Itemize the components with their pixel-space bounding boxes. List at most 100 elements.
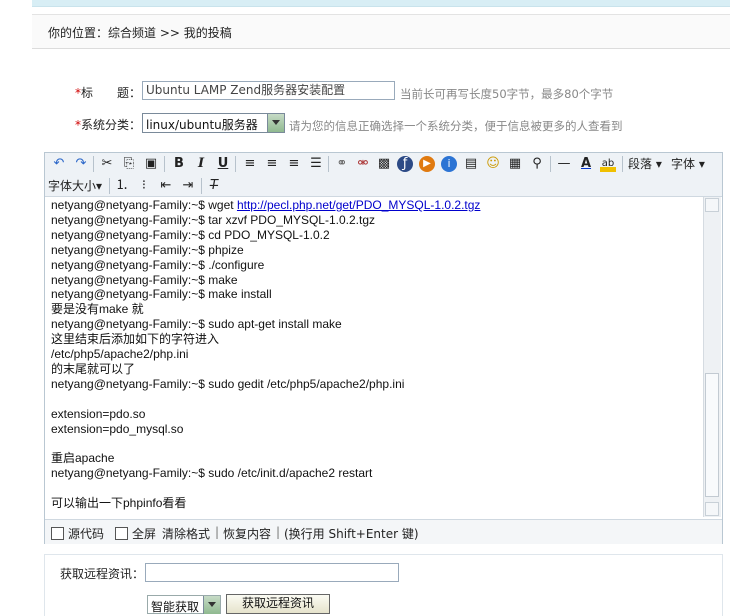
underline-icon[interactable]: U xyxy=(215,156,231,172)
fetch-remote-button[interactable]: 获取远程资讯 xyxy=(226,594,330,614)
editor-text-line: extension=pdo_mysql.so xyxy=(51,422,183,437)
link-icon[interactable]: ⚭ xyxy=(334,156,350,172)
chevron-down-icon[interactable] xyxy=(267,114,284,132)
scroll-up-arrow-icon[interactable] xyxy=(705,198,719,212)
undo-icon[interactable]: ↶ xyxy=(51,156,67,172)
rich-text-editor: ↶ ↷ ✂ ⎘ ▣ B I U ≡ ≡ ≡ ☰ ⚭ ⚮ ▩ ƒ ▶ i ▤ ☺ … xyxy=(44,152,723,544)
unordered-list-icon[interactable]: ⁝ xyxy=(136,178,152,194)
category-select[interactable]: linux/ubuntu服务器 xyxy=(142,113,285,133)
toolbar-divider xyxy=(164,156,165,172)
editor-line-text: extension=pdo.so xyxy=(51,406,146,421)
italic-icon[interactable]: I xyxy=(193,156,209,172)
editor-line-text: 要是没有make 就 xyxy=(51,302,144,317)
editor-text-line: netyang@netyang-Family:~$ phpize xyxy=(51,243,244,258)
editor-scrollbar[interactable] xyxy=(703,197,721,517)
editor-text-line: netyang@netyang-Family:~$ cd PDO_MYSQL-1… xyxy=(51,228,330,243)
editor-line-text: 重启apache xyxy=(51,451,115,466)
emoticon-icon[interactable]: ☺ xyxy=(485,156,501,172)
remove-format-icon[interactable]: T̶ xyxy=(206,178,222,194)
remote-fetch-panel: 获取远程资讯： 智能获取 获取远程资讯 xyxy=(44,554,723,616)
title-row: *标 题： xyxy=(75,84,141,106)
editor-line-text: /etc/php5/apache2/php.ini xyxy=(51,347,189,361)
restore-content-link[interactable]: 恢复内容 xyxy=(223,525,271,542)
font-size-label: 字体大小 xyxy=(48,179,97,193)
title-input[interactable]: Ubuntu LAMP Zend服务器安装配置 xyxy=(142,81,395,100)
editor-line-text: netyang@netyang-Family:~$ sudo gedit /et… xyxy=(51,376,405,391)
ordered-list-icon[interactable]: ⒈ xyxy=(114,178,130,194)
cut-icon[interactable]: ✂ xyxy=(99,156,115,172)
paste-icon[interactable]: ▣ xyxy=(143,156,159,172)
status-divider: | xyxy=(215,525,220,539)
align-right-icon[interactable]: ≡ xyxy=(286,156,302,172)
editor-line-text: netyang@netyang-Family:~$ make install xyxy=(51,287,272,302)
source-code-checkbox[interactable]: 源代码 xyxy=(51,525,104,542)
table-icon[interactable]: ▤ xyxy=(463,156,479,172)
remote-url-input[interactable] xyxy=(145,563,399,582)
editor-line-text: netyang@netyang-Family:~$ sudo apt-get i… xyxy=(51,317,342,332)
editor-line-text: netyang@netyang-Family:~$ wget xyxy=(51,198,237,212)
outdent-icon[interactable]: ⇤ xyxy=(158,178,174,194)
top-accent-bar xyxy=(32,0,730,7)
title-label: 标 题： xyxy=(81,86,142,100)
editor-statusbar: 源代码 全屏 清除格式 | 恢复内容 | (换行用 Shift+Enter 键) xyxy=(45,519,722,544)
scroll-thumb[interactable] xyxy=(705,373,719,497)
flash-icon[interactable]: ƒ xyxy=(397,156,413,172)
unlink-icon[interactable]: ⚮ xyxy=(355,156,371,172)
editor-line-text: 这里结束后添加如下的字符进入 xyxy=(51,332,220,347)
breadcrumb-text: 你的位置：综合频道 >> 我的投稿 xyxy=(48,26,232,40)
fullscreen-label: 全屏 xyxy=(132,527,157,541)
paragraph-label: 段落 xyxy=(628,157,653,171)
horizontal-rule-icon[interactable]: — xyxy=(556,156,572,172)
fullscreen-checkbox[interactable]: 全屏 xyxy=(115,525,156,542)
editor-line-text: netyang@netyang-Family:~$ tar xzvf PDO_M… xyxy=(51,212,375,227)
editor-text-line: netyang@netyang-Family:~$ make xyxy=(51,273,238,288)
status-divider: | xyxy=(276,525,281,539)
editor-line-text: 的末尾就可以了 xyxy=(51,361,136,376)
align-center-icon[interactable]: ≡ xyxy=(264,156,280,172)
editor-text-line: extension=pdo.so xyxy=(51,407,145,422)
template-icon[interactable]: ▦ xyxy=(507,156,523,172)
editor-text-line: 的末尾就可以了 xyxy=(51,362,135,377)
editor-hyperlink[interactable]: http://pecl.php.net/get/PDO_MYSQL-1.0.2.… xyxy=(237,198,480,212)
align-left-icon[interactable]: ≡ xyxy=(242,156,258,172)
fetch-mode-select[interactable]: 智能获取 xyxy=(147,595,221,614)
category-selected-value: linux/ubuntu服务器 xyxy=(146,118,258,132)
media-icon[interactable]: ▶ xyxy=(419,156,435,172)
indent-icon[interactable]: ⇥ xyxy=(180,178,196,194)
clear-format-link[interactable]: 清除格式 xyxy=(162,525,210,542)
editor-line-text: 可以输出一下phpinfo看看 xyxy=(51,496,187,510)
justify-icon[interactable]: ☰ xyxy=(308,156,324,172)
search-icon[interactable]: ⚲ xyxy=(529,156,545,172)
redo-icon[interactable]: ↷ xyxy=(73,156,89,172)
toolbar-divider xyxy=(109,178,110,194)
editor-line-text: netyang@netyang-Family:~$ phpize xyxy=(51,242,244,257)
editor-text-line: netyang@netyang-Family:~$ ./configure xyxy=(51,258,264,273)
editor-text-line: netyang@netyang-Family:~$ make install xyxy=(51,287,272,302)
scroll-down-arrow-icon[interactable] xyxy=(705,502,719,516)
editor-text-line: 要是没有make 就 xyxy=(51,302,144,317)
toolbar-divider xyxy=(550,156,551,172)
editor-text-line: 可以输出一下phpinfo看看 xyxy=(51,496,186,511)
editor-line-text: netyang@netyang-Family:~$ ./configure xyxy=(51,257,265,272)
title-hint: 当前长可再写长度50字节，最多80个字节 xyxy=(400,87,614,101)
editor-line-text: netyang@netyang-Family:~$ cd PDO_MYSQL-1… xyxy=(51,227,330,242)
category-hint: 请为您的信息正确选择一个系统分类，便于信息被更多的人查看到 xyxy=(289,119,623,133)
font-size-dropdown[interactable]: 字体大小▾ xyxy=(48,178,102,194)
editor-text-line: netyang@netyang-Family:~$ sudo /etc/init… xyxy=(51,466,372,481)
bold-icon[interactable]: B xyxy=(171,156,187,172)
toolbar-divider xyxy=(235,156,236,172)
copy-icon[interactable]: ⎘ xyxy=(121,156,137,172)
checkbox-icon xyxy=(51,527,64,540)
editor-content-area[interactable]: netyang@netyang-Family:~$ wget http://pe… xyxy=(46,197,703,517)
highlight-icon[interactable]: ab xyxy=(600,156,616,172)
editor-text-line: netyang@netyang-Family:~$ sudo apt-get i… xyxy=(51,317,342,332)
paragraph-dropdown[interactable]: 段落 ▾ xyxy=(628,156,662,172)
checkbox-icon xyxy=(115,527,128,540)
font-color-icon[interactable]: A xyxy=(578,156,594,172)
editor-text-line: netyang@netyang-Family:~$ wget http://pe… xyxy=(51,198,480,213)
source-code-label: 源代码 xyxy=(68,527,105,541)
font-dropdown[interactable]: 字体 ▾ xyxy=(671,156,705,172)
info-icon[interactable]: i xyxy=(441,156,457,172)
image-icon[interactable]: ▩ xyxy=(376,156,392,172)
chevron-down-icon[interactable] xyxy=(203,596,220,614)
